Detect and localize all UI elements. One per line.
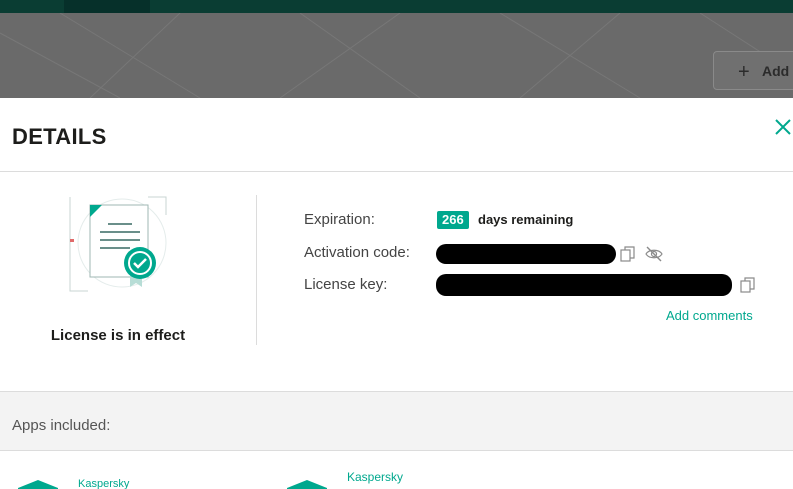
modal-header: DETAILS [0,98,793,172]
apps-included-title: Apps included: [12,417,111,434]
expiration-label: Expiration: [304,211,375,228]
app-item[interactable]: Kaspersky [287,453,487,489]
eye-off-icon[interactable] [645,245,663,263]
license-key-label: License key: [304,276,388,293]
background-app: + Add [0,0,793,98]
days-remaining-badge: 266 [437,211,469,229]
close-icon[interactable] [772,116,793,138]
app-name: Kaspersky [78,478,130,489]
apps-included-header: Apps included: [0,391,793,451]
background-pattern [0,13,793,98]
activation-code-label: Activation code: [304,244,410,261]
copy-icon[interactable] [620,246,636,262]
activation-code-redacted [436,244,616,264]
vertical-divider [256,195,257,345]
plus-icon: + [738,61,750,83]
details-modal: DETAILS License is in effect Expiration:… [0,98,793,489]
copy-icon[interactable] [740,277,756,293]
days-remaining-text: days remaining [478,212,574,227]
background-add-button: + Add [713,51,793,90]
background-add-label: Add [762,62,790,79]
license-info-section: License is in effect Expiration: 266 day… [0,173,793,391]
license-certificate-icon [69,196,167,292]
kaspersky-logo-icon [287,480,327,489]
kaspersky-logo-icon [18,480,58,489]
license-status-column: License is in effect [0,173,240,391]
app-name: Kaspersky [347,470,404,484]
license-status-label: License is in effect [50,327,186,344]
modal-title: DETAILS [12,124,107,149]
app-item[interactable]: Kaspersky [18,453,218,489]
background-active-tab [64,0,150,13]
add-comments-link[interactable]: Add comments [666,308,753,323]
license-key-redacted [436,274,732,296]
